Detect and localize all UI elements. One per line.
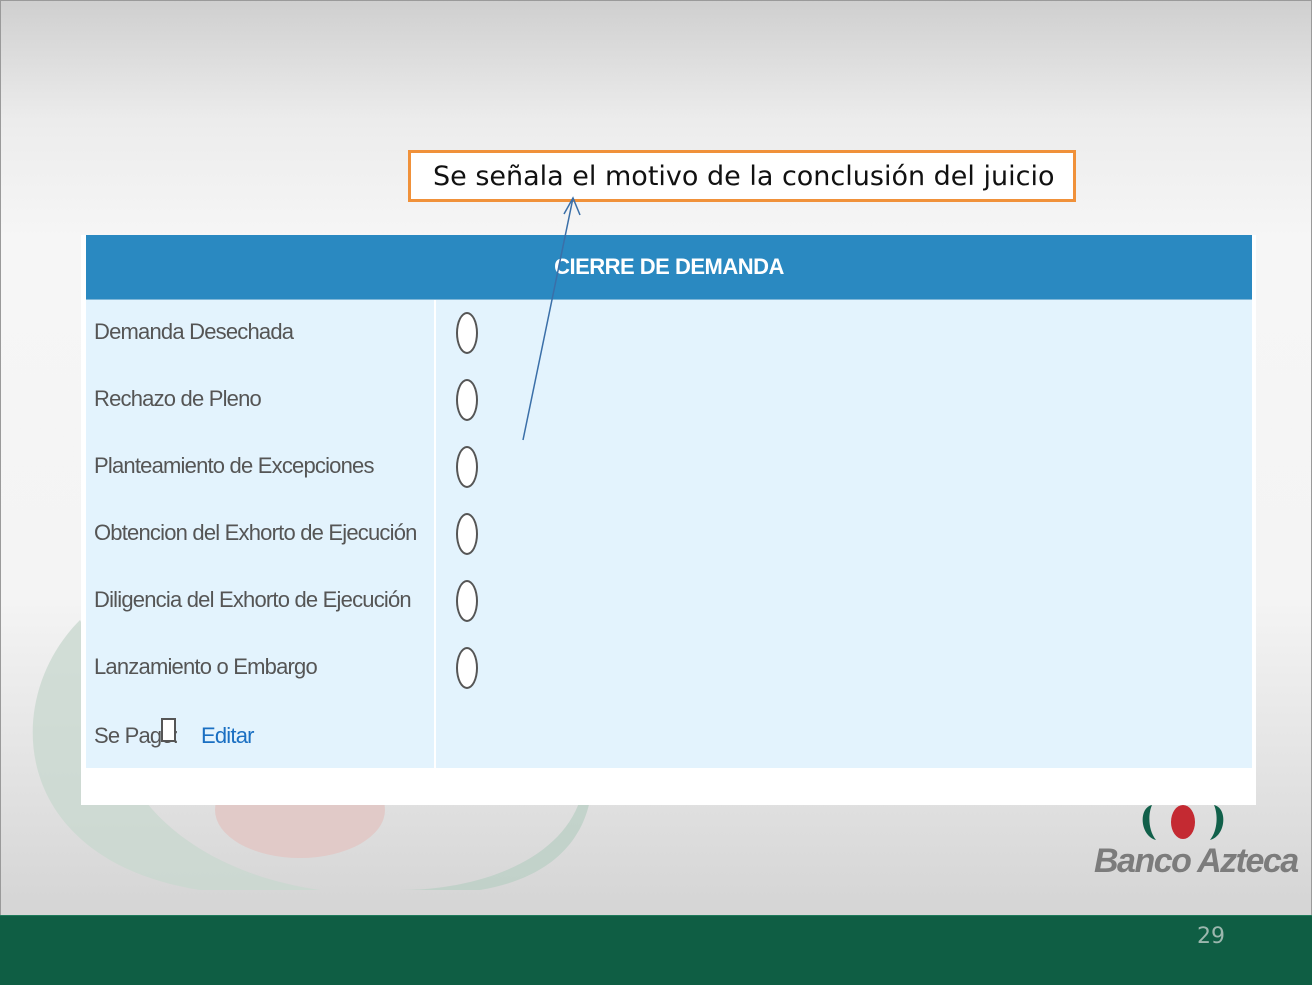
callout-box: Se señala el motivo de la conclusión del… (408, 150, 1076, 202)
panel-body: Demanda Desechada Rechazo de Pleno Plant… (86, 300, 1252, 768)
option-label-diligencia-exhorto: Diligencia del Exhorto de Ejecución (94, 587, 412, 612)
panel-header: CIERRE DE DEMANDA (86, 235, 1252, 300)
editar-link[interactable]: Editar (201, 723, 254, 749)
cierre-demanda-panel: CIERRE DE DEMANDA Demanda Desechada Rech… (81, 235, 1256, 805)
panel-title: CIERRE DE DEMANDA (554, 254, 784, 279)
radio-demanda-desechada[interactable] (456, 312, 478, 354)
label-column: Demanda Desechada Rechazo de Pleno Plant… (86, 300, 436, 768)
se-pago-checkbox[interactable] (161, 718, 176, 742)
option-label-obtencion-exhorto: Obtencion del Exhorto de Ejecución (94, 520, 417, 545)
callout-text: Se señala el motivo de la conclusión del… (433, 160, 1055, 192)
radio-lanzamiento-embargo[interactable] (456, 647, 478, 689)
option-label-lanzamiento-embargo: Lanzamiento o Embargo (94, 654, 318, 679)
option-label-planteamiento-de-excepciones: Planteamiento de Excepciones (94, 453, 374, 478)
page-number: 29 (1197, 924, 1225, 949)
radio-planteamiento-de-excepciones[interactable] (456, 446, 478, 488)
footer-bar (0, 915, 1312, 985)
radio-diligencia-exhorto[interactable] (456, 580, 478, 622)
radio-obtencion-exhorto[interactable] (456, 513, 478, 555)
logo-text: Banco Azteca (1094, 842, 1299, 880)
option-label-demanda-desechada: Demanda Desechada (94, 319, 294, 344)
banco-azteca-logo: Banco Azteca (1090, 800, 1299, 885)
logo-mark-icon (1142, 805, 1224, 840)
option-label-rechazo-de-pleno: Rechazo de Pleno (94, 386, 262, 411)
radio-rechazo-de-pleno[interactable] (456, 379, 478, 421)
